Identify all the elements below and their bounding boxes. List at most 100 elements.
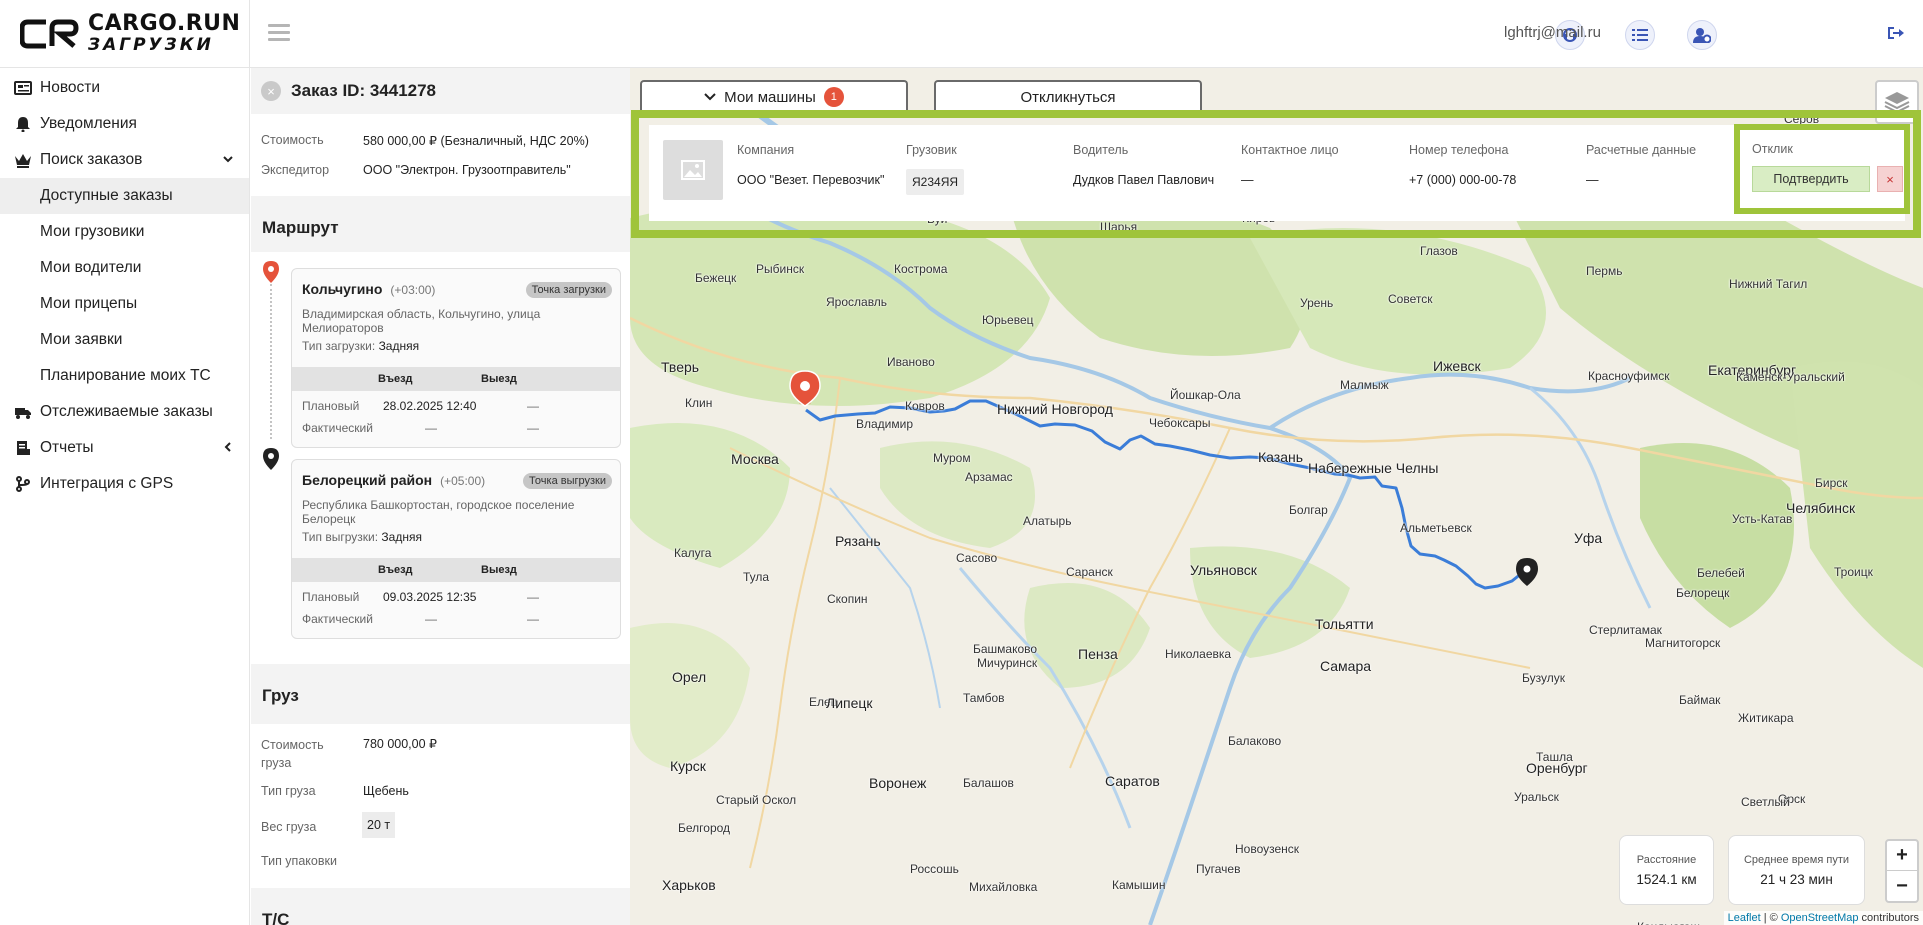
payment-label: Расчетные данные <box>1586 143 1697 157</box>
map-city-label: Камышин <box>1112 878 1166 892</box>
col-entry: Въезд <box>378 564 413 576</box>
map-city-label: Муром <box>933 451 971 465</box>
cargo-package-label: Тип упаковки <box>261 854 337 868</box>
sidebar-item-label: Новости <box>40 79 101 96</box>
map-end-marker[interactable] <box>1516 558 1538 586</box>
phone-label: Номер телефона <box>1409 143 1509 157</box>
driver-value: Дудков Павел Павлович <box>1073 173 1215 187</box>
forwarder-value: ООО "Электрон. Грузоотправитель" <box>363 163 571 177</box>
duration-box: Среднее время пути 21 ч 23 мин <box>1728 835 1865 905</box>
map-city-label: Иваново <box>887 355 935 369</box>
sidebar-item-reports[interactable]: Отчеты <box>0 430 249 466</box>
map-city-label: Нижний Новгород <box>997 401 1113 417</box>
map-city-label: Владимир <box>856 417 914 431</box>
sidebar-item-order-search[interactable]: Поиск заказов <box>0 142 249 178</box>
close-icon[interactable]: × <box>261 81 281 101</box>
sidebar-item-news[interactable]: Новости <box>0 70 249 106</box>
distance-label: Расстояние <box>1636 854 1697 866</box>
cargo-type-label: Тип груза <box>261 784 316 798</box>
map-city-label: Бирск <box>1815 476 1848 490</box>
image-placeholder-icon <box>663 140 723 200</box>
map-city-label: Мичуринск <box>977 656 1038 670</box>
map-city-label: Курск <box>670 758 706 774</box>
reject-button[interactable]: × <box>1877 166 1903 192</box>
tab-my-cars[interactable]: Мои машины 1 <box>640 80 908 112</box>
map-city-label: Тамбов <box>963 691 1005 705</box>
map-attribution: Leaflet | © OpenStreetMap contributors <box>1723 911 1923 925</box>
map-city-label: Рыбинск <box>756 262 805 276</box>
zoom-out-button[interactable]: − <box>1887 871 1917 901</box>
map-city-label: Усть-Катав <box>1732 512 1793 526</box>
sidebar-item-label: Мои грузовики <box>40 223 145 240</box>
company-label: Компания <box>737 143 795 157</box>
point-city: Кольчугино <box>302 281 383 297</box>
distance-value: 1524.1 км <box>1636 872 1697 887</box>
map-city-label: Балаково <box>1228 734 1282 748</box>
map-city-label: Чебоксары <box>1149 416 1211 430</box>
sidebar-item-available-orders[interactable]: Доступные заказы <box>0 178 249 214</box>
logo[interactable]: CARGO.RUN ЗАГРУЗКИ <box>0 0 250 68</box>
leaflet-link[interactable]: Leaflet <box>1728 912 1761 924</box>
map-city-label: Скопин <box>827 592 868 606</box>
sidebar-item-my-trucks[interactable]: Мои грузовики <box>0 214 249 250</box>
map[interactable]: Рыбинское водохранилищеСеровБуйШарьяКиро… <box>630 68 1923 925</box>
zoom-in-button[interactable]: + <box>1887 841 1917 871</box>
tab-count-badge: 1 <box>823 87 844 107</box>
cargo-cost-value: 780 000,00 ₽ <box>363 737 437 751</box>
sidebar-item-tracked-orders[interactable]: Отслеживаемые заказы <box>0 394 249 430</box>
point-address: Республика Башкортостан, городское посел… <box>302 498 575 526</box>
tab-respond[interactable]: Откликнуться <box>934 80 1202 112</box>
logo-subtitle: ЗАГРУЗКИ <box>88 35 214 55</box>
map-city-label: Белебей <box>1697 566 1745 580</box>
point-timezone: (+05:00) <box>440 474 486 488</box>
map-city-label: Болгар <box>1289 503 1328 517</box>
order-title: Заказ ID: 3441278 <box>291 81 437 100</box>
forwarder-label: Экспедитор <box>261 163 330 177</box>
map-city-label: Бузулук <box>1522 671 1565 685</box>
point-city: Белорецкий район <box>302 472 433 488</box>
map-city-label: Глазов <box>1420 244 1458 258</box>
sidebar: Новости Уведомления Поиск заказов Доступ… <box>0 68 250 925</box>
logout-icon[interactable] <box>1886 24 1904 42</box>
map-city-label: Белорецк <box>1676 586 1730 600</box>
distance-box: Расстояние 1524.1 км <box>1619 835 1714 905</box>
confirm-button[interactable]: Подтвердить <box>1752 166 1870 192</box>
order-header: × Заказ ID: 3441278 <box>251 68 630 114</box>
map-city-label: Харьков <box>662 877 716 893</box>
map-city-label: Малмыж <box>1340 378 1389 392</box>
map-city-label: Кандыагаш <box>1637 920 1700 925</box>
sidebar-item-notifications[interactable]: Уведомления <box>0 106 249 142</box>
map-city-label: Балашов <box>963 776 1014 790</box>
map-city-label: Ульяновск <box>1190 562 1257 578</box>
truck-label: Грузовик <box>906 143 957 157</box>
map-city-label: Старый Оскол <box>716 793 797 807</box>
list-icon[interactable] <box>1625 20 1655 50</box>
sidebar-item-my-trailers[interactable]: Мои прицепы <box>0 286 249 322</box>
cargo-weight-value: 20 т <box>362 812 396 838</box>
branch-icon <box>16 476 30 492</box>
cargo-section: Стоимость груза 780 000,00 ₽ Тип груза Щ… <box>251 724 630 888</box>
truck-icon <box>15 408 31 419</box>
map-city-label: Саранск <box>1066 565 1113 579</box>
sidebar-item-my-requests[interactable]: Мои заявки <box>0 322 249 358</box>
cost-label: Стоимость <box>261 133 324 147</box>
user-email[interactable]: lghftrj@mail.ru <box>1504 24 1601 41</box>
map-city-label: Оренбург <box>1526 760 1588 776</box>
sidebar-item-my-drivers[interactable]: Мои водители <box>0 250 249 286</box>
load-type-label: Тип загрузки: <box>302 339 376 353</box>
map-city-label: Троицк <box>1834 565 1873 579</box>
user-settings-icon[interactable] <box>1687 20 1717 50</box>
map-city-label: Юрьевец <box>982 313 1034 327</box>
sidebar-item-planning[interactable]: Планирование моих ТС <box>0 358 249 394</box>
menu-toggle-icon[interactable] <box>268 24 290 42</box>
map-city-label: Пугачев <box>1196 862 1241 876</box>
map-city-label: Челябинск <box>1786 500 1856 516</box>
crown-icon <box>15 154 31 168</box>
point-address: Владимирская область, Кольчугино, улица … <box>302 307 541 335</box>
col-entry: Въезд <box>378 373 413 385</box>
osm-link[interactable]: OpenStreetMap <box>1781 912 1859 924</box>
map-city-label: Саратов <box>1105 773 1160 789</box>
map-city-label: Альметьевск <box>1400 521 1472 535</box>
point-timezone: (+03:00) <box>390 283 436 297</box>
sidebar-item-gps[interactable]: Интеграция с GPS <box>0 466 249 502</box>
